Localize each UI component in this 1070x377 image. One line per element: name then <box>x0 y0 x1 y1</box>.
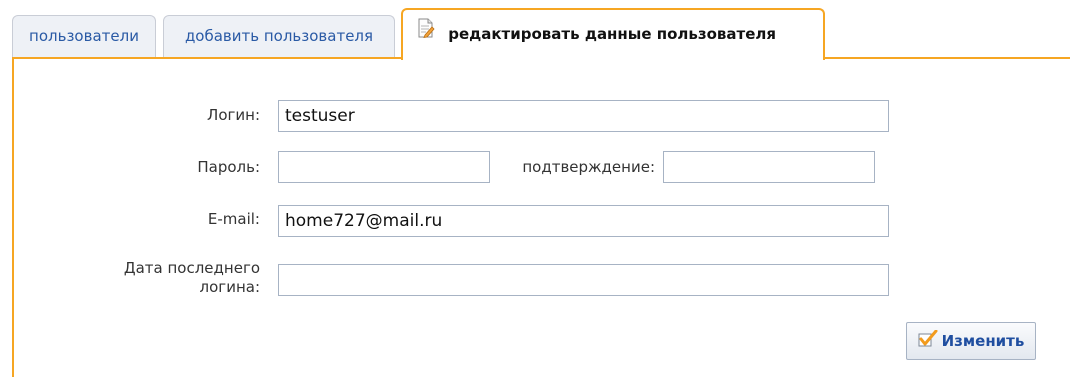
last-login-input[interactable] <box>278 264 889 296</box>
email-label: E-mail: <box>207 210 260 228</box>
tab-edit-user[interactable]: редактировать данные пользователя <box>401 8 825 60</box>
submit-button[interactable]: Изменить <box>906 322 1036 360</box>
confirm-password-input[interactable] <box>663 151 875 183</box>
tab-users-label: пользователи <box>29 27 139 45</box>
password-label: Пароль: <box>197 158 260 176</box>
last-login-label-line1: Дата последнего <box>123 259 260 277</box>
checkmark-icon <box>918 329 938 352</box>
tab-add-user[interactable]: добавить пользователя <box>163 15 395 57</box>
submit-label: Изменить <box>941 332 1025 350</box>
password-input[interactable] <box>278 151 490 183</box>
last-login-label: Дата последнего логина: <box>90 259 260 297</box>
email-input[interactable] <box>278 205 889 237</box>
tab-bar: пользователи добавить пользователя редак… <box>0 0 1070 60</box>
login-input[interactable] <box>278 100 889 132</box>
tab-users[interactable]: пользователи <box>12 15 156 57</box>
tab-add-user-label: добавить пользователя <box>184 27 374 45</box>
document-edit-icon <box>417 9 435 57</box>
confirm-password-label: подтверждение: <box>522 158 655 176</box>
tab-edit-user-label: редактировать данные пользователя <box>448 25 777 43</box>
login-label: Логин: <box>207 106 260 124</box>
last-login-label-line2: логина: <box>199 278 260 296</box>
